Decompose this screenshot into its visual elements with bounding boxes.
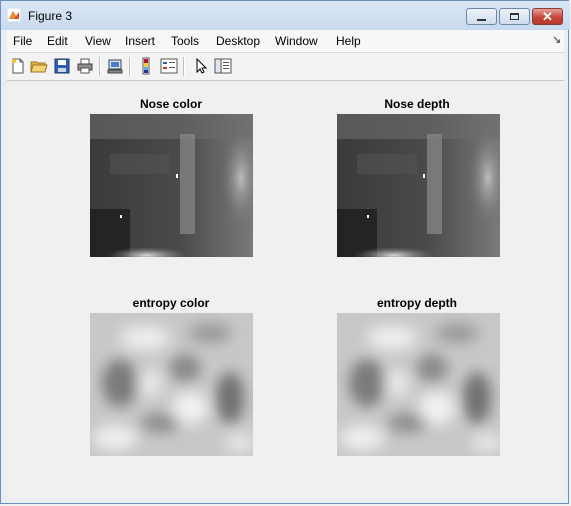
- entropy-color-image[interactable]: [90, 313, 253, 456]
- title-bar[interactable]: Figure 3 ✕: [1, 1, 570, 30]
- property-editor-icon[interactable]: [214, 57, 232, 75]
- legend-icon[interactable]: [160, 57, 178, 75]
- figure-window: Figure 3 ✕ File Edit View Insert Tools D…: [0, 0, 570, 504]
- menu-file[interactable]: File: [13, 34, 32, 48]
- minimize-icon: [467, 9, 496, 24]
- menu-view[interactable]: View: [85, 34, 111, 48]
- axes-title-entropy-color: entropy color: [132, 296, 210, 310]
- close-icon: ✕: [542, 8, 553, 24]
- new-figure-icon[interactable]: [9, 57, 27, 75]
- nose-depth-image[interactable]: [337, 114, 500, 257]
- toolbar-separator: [99, 57, 101, 76]
- open-file-icon[interactable]: [30, 57, 48, 75]
- menu-bar: File Edit View Insert Tools Desktop Wind…: [7, 30, 564, 53]
- menu-edit[interactable]: Edit: [47, 34, 68, 48]
- figure-canvas: Nose color Nose depth entropy color entr…: [7, 81, 564, 499]
- axes-title-entropy-depth: entropy depth: [377, 296, 457, 310]
- maximize-icon: [500, 9, 529, 24]
- close-button[interactable]: ✕: [532, 8, 563, 25]
- menu-tools[interactable]: Tools: [171, 34, 199, 48]
- window-title: Figure 3: [28, 9, 73, 23]
- toolbar-separator: [183, 57, 185, 76]
- print-icon[interactable]: [76, 57, 94, 75]
- pointer-icon[interactable]: [192, 57, 210, 75]
- matlab-logo-icon: [7, 8, 21, 22]
- nose-color-image[interactable]: [90, 114, 253, 257]
- entropy-depth-image[interactable]: [337, 313, 500, 456]
- minimize-button[interactable]: [466, 8, 497, 25]
- menu-help[interactable]: Help: [336, 34, 361, 48]
- save-icon[interactable]: [53, 57, 71, 75]
- figure-toolbar: [7, 53, 564, 81]
- colorbar-icon[interactable]: [137, 57, 155, 75]
- maximize-button[interactable]: [499, 8, 530, 25]
- axes-title-nose-color: Nose color: [139, 97, 202, 111]
- dock-arrow-icon[interactable]: ↘: [552, 33, 561, 46]
- menu-insert[interactable]: Insert: [125, 34, 155, 48]
- menu-window[interactable]: Window: [275, 34, 318, 48]
- link-print-icon[interactable]: [106, 57, 124, 75]
- toolbar-separator: [129, 57, 131, 76]
- menu-desktop[interactable]: Desktop: [216, 34, 260, 48]
- axes-title-nose-depth: Nose depth: [384, 97, 450, 111]
